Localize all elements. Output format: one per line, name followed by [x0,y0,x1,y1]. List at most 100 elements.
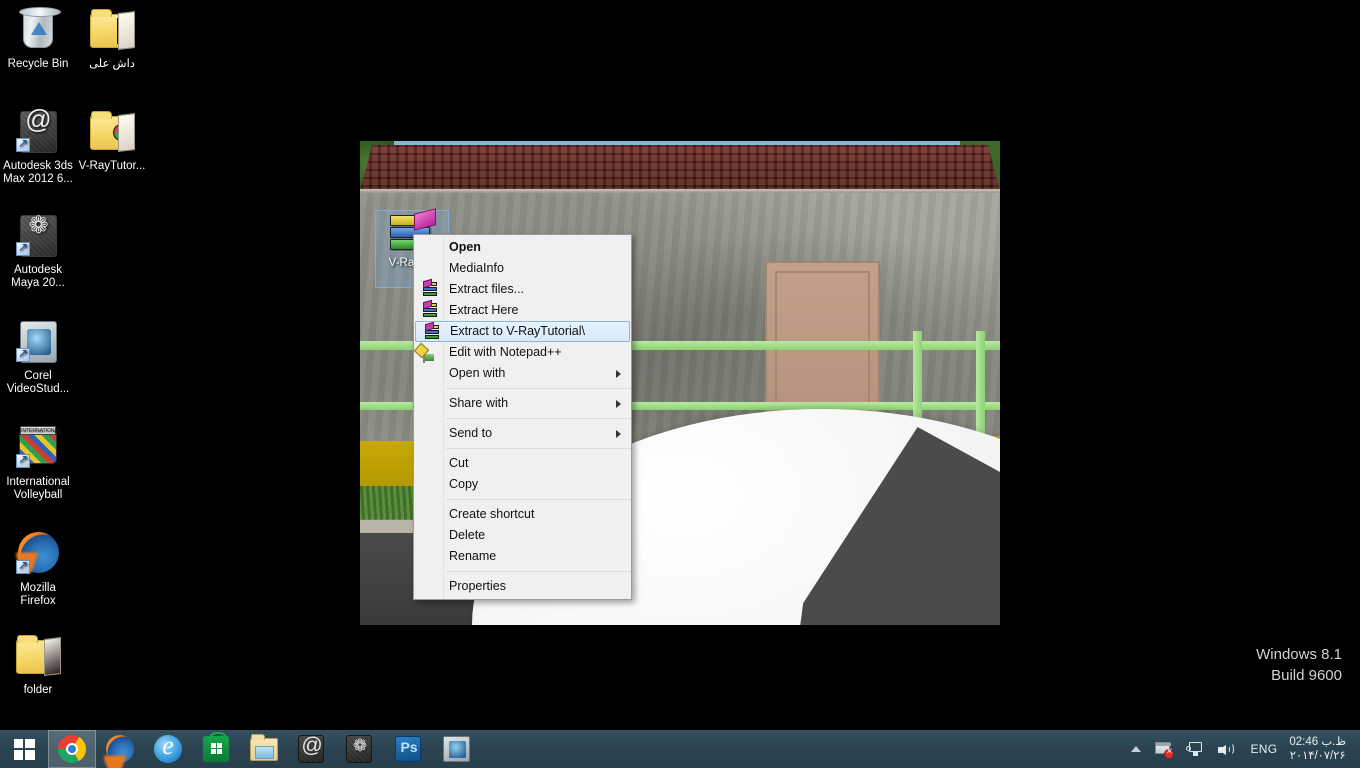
desktop-icon-mozilla-firefox[interactable]: Mozilla Firefox [0,530,76,608]
action-center-button[interactable] [1148,730,1179,768]
desktop-icon-label: Mozilla Firefox [20,582,56,607]
winrar-icon [425,321,441,340]
flag-icon [1155,741,1175,759]
context-menu-item-rename[interactable]: Rename [414,546,631,567]
corel-videostudio-icon [14,318,62,366]
taskbar-item-mozilla-firefox[interactable] [96,730,144,768]
clock-time: 02:46 ظ.ب [1289,736,1346,748]
show-hidden-icons-button[interactable] [1124,730,1148,768]
menu-item-label: Send to [449,426,493,440]
winrar-icon [423,278,439,297]
taskbar-item-corel-videostudio[interactable] [432,730,480,768]
context-menu-item-share-with[interactable]: Share with [414,393,631,414]
context-menu-separator [446,571,631,572]
context-menu-separator [446,448,631,449]
context-menu-item-open-with[interactable]: Open with [414,363,631,384]
menu-item-label: Extract Here [449,303,519,317]
network-button[interactable] [1179,730,1210,768]
desktop-icon-label: International Volleyball [6,476,70,501]
photoshop-icon [394,735,422,763]
desktop-icon-corel-videostudio[interactable]: Corel VideoStud... [0,318,76,396]
menu-item-label: Create shortcut [449,507,535,521]
corel-icon [442,735,470,763]
context-menu-item-extract-to-folder[interactable]: Extract to V-RayTutorial\ [415,321,630,342]
3dsmax-icon [298,734,326,763]
desktop-icon-label: V-RayTutor... [78,160,146,172]
taskbar-item-adobe-photoshop[interactable] [384,730,432,768]
desktop-icon-label: Autodesk 3ds Max 2012 6... [3,160,73,185]
mozilla-firefox-icon [14,530,62,578]
windows-activation-watermark: Windows 8.1 Build 9600 [1256,644,1342,686]
context-menu[interactable]: Open MediaInfo Extract files... Extract … [413,234,632,600]
context-menu-item-send-to[interactable]: Send to [414,423,631,444]
menu-item-label: Extract to V-RayTutorial\ [450,324,585,338]
maya-icon [346,735,374,763]
context-menu-item-extract-files[interactable]: Extract files... [414,278,631,300]
system-tray: ENG 02:46 ظ.ب ۲۰۱۴/۰۷/۲۶ [1124,730,1360,768]
desktop-icon-autodesk-maya[interactable]: ❁ Autodesk Maya 20... [0,212,76,290]
network-icon [1186,741,1203,757]
clock[interactable]: 02:46 ظ.ب ۲۰۱۴/۰۷/۲۶ [1285,735,1356,763]
desktop-icon-folder[interactable]: folder [0,632,76,697]
desktop-icon-label: folder [23,684,53,696]
desktop-icon-label: Autodesk Maya 20... [11,264,65,289]
windows-logo-icon [13,738,35,760]
taskbar-item-autodesk-maya[interactable] [336,730,384,768]
context-menu-item-copy[interactable]: Copy [414,474,631,495]
recycle-bin-icon [14,6,62,54]
ie-icon [154,731,182,763]
menu-item-label: Open [449,240,481,254]
context-menu-item-mediainfo[interactable]: MediaInfo [414,258,631,279]
context-menu-item-properties[interactable]: Properties [414,576,631,597]
winrar-icon [423,299,439,318]
autodesk-3ds-max-icon: @ [14,106,62,156]
render-roof [360,145,1000,191]
notepadpp-icon [423,345,439,363]
context-menu-item-cut[interactable]: Cut [414,453,631,474]
desktop-icon-recycle-bin[interactable]: Recycle Bin [0,6,76,71]
desktop-icon-international-volleyball[interactable]: INTERNATIONAL International Volleyball [0,424,76,502]
menu-item-label: Rename [449,549,497,563]
context-menu-separator [446,418,631,419]
context-menu-item-extract-here[interactable]: Extract Here [414,299,631,321]
desktop-icon-label: Corel VideoStud... [6,370,70,395]
explorer-icon [250,734,278,763]
chrome-icon [58,735,86,763]
desktop-icon-autodesk-3ds-max[interactable]: @ Autodesk 3ds Max 2012 6... [0,106,76,186]
menu-item-label: Extract files... [449,282,525,296]
menu-item-label: Edit with Notepad++ [449,345,562,359]
watermark-line-2: Build 9600 [1271,667,1342,684]
context-menu-item-delete[interactable]: Delete [414,525,631,546]
firefox-icon [106,735,134,763]
folder-icon [88,108,136,156]
clock-date: ۲۰۱۴/۰۷/۲۶ [1289,750,1346,762]
autodesk-maya-icon: ❁ [14,212,62,260]
desktop-icon-dash-ali-folder[interactable]: داش على [74,6,150,71]
menu-item-label: MediaInfo [449,261,504,275]
taskbar-item-windows-store[interactable] [192,730,240,768]
international-volleyball-icon: INTERNATIONAL [14,424,62,472]
taskbar-item-autodesk-3ds-max[interactable] [288,730,336,768]
folder-open-icon [14,632,62,680]
chevron-right-icon [616,370,621,378]
context-menu-separator [446,499,631,500]
context-menu-item-create-shortcut[interactable]: Create shortcut [414,504,631,525]
folder-icon [88,6,136,54]
language-indicator[interactable]: ENG [1242,742,1285,756]
taskbar-item-internet-explorer[interactable] [144,730,192,768]
context-menu-item-edit-with-notepadpp[interactable]: Edit with Notepad++ [414,342,631,363]
taskbar-item-google-chrome[interactable] [48,730,96,768]
taskbar: ENG 02:46 ظ.ب ۲۰۱۴/۰۷/۲۶ [0,730,1360,768]
context-menu-item-open[interactable]: Open [414,237,631,258]
menu-item-label: Delete [449,528,486,542]
chevron-up-icon [1131,746,1142,752]
desktop-screen: Recycle Bin داش على @ Autodesk 3ds Max 2… [0,0,1360,768]
desktop-icon-vray-tutorial-folder[interactable]: V-RayTutor... [74,108,150,173]
chevron-right-icon [616,430,621,438]
taskbar-item-file-explorer[interactable] [240,730,288,768]
menu-item-label: Properties [449,579,506,593]
watermark-line-1: Windows 8.1 [1256,646,1342,663]
volume-button[interactable] [1210,730,1242,768]
start-button[interactable] [0,730,48,768]
context-menu-separator [446,388,631,389]
